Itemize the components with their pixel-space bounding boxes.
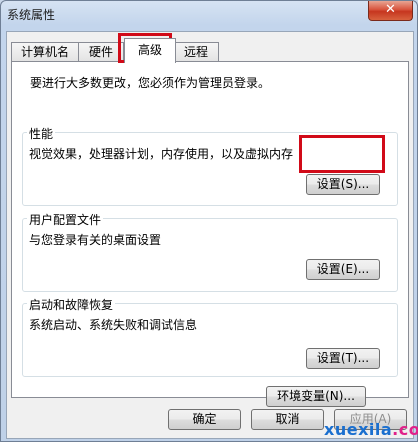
title-bar[interactable]: 系统属性 ✕ (1, 1, 417, 28)
user-profiles-group: 用户配置文件 与您登录有关的桌面设置 设置(E)... (22, 211, 398, 292)
window-title: 系统属性 (7, 8, 56, 22)
watermark-part-1: xuexila (324, 420, 393, 439)
environment-variables-button[interactable]: 环境变量(N)... (266, 386, 366, 407)
site-watermark: xuexila.com (324, 420, 418, 439)
startup-recovery-group: 启动和故障恢复 系统启动、系统失败和调试信息 设置(T)... (22, 296, 398, 377)
close-icon: ✕ (385, 2, 396, 17)
user-profiles-title: 用户配置文件 (27, 211, 104, 228)
advanced-tab-panel: 要进行大多数更改，您必须作为管理员登录。 性能 视觉效果，处理器计划，内存使用，… (11, 61, 409, 407)
system-properties-window: 系统属性 ✕ 计算机名 硬件 高级 远程 要进行大多数更改，您必须作为管理员登录… (0, 0, 418, 442)
tab-remote[interactable]: 远程 (173, 42, 219, 62)
startup-recovery-description: 系统启动、系统失败和调试信息 (29, 318, 198, 332)
user-profiles-settings-button[interactable]: 设置(E)... (306, 259, 380, 280)
tab-hardware[interactable]: 硬件 (78, 42, 124, 62)
watermark-part-2: .com (392, 420, 418, 439)
ok-button[interactable]: 确定 (168, 409, 241, 430)
user-profiles-description: 与您登录有关的桌面设置 (29, 233, 162, 247)
startup-recovery-settings-button[interactable]: 设置(T)... (306, 348, 380, 369)
performance-description: 视觉效果，处理器计划，内存使用，以及虚拟内存 (29, 147, 294, 161)
performance-group: 性能 视觉效果，处理器计划，内存使用，以及虚拟内存 设置(S)... (22, 125, 398, 206)
startup-recovery-title: 启动和故障恢复 (27, 296, 116, 313)
tab-computer-name[interactable]: 计算机名 (11, 42, 79, 62)
performance-settings-button[interactable]: 设置(S)... (306, 174, 380, 195)
close-button[interactable]: ✕ (368, 1, 413, 21)
dialog-client-area: 计算机名 硬件 高级 远程 要进行大多数更改，您必须作为管理员登录。 性能 视觉… (6, 31, 414, 439)
tab-advanced[interactable]: 高级 (124, 38, 176, 63)
admin-note: 要进行大多数更改，您必须作为管理员登录。 (30, 76, 271, 90)
cancel-button[interactable]: 取消 (251, 409, 324, 430)
performance-title: 性能 (27, 125, 56, 142)
